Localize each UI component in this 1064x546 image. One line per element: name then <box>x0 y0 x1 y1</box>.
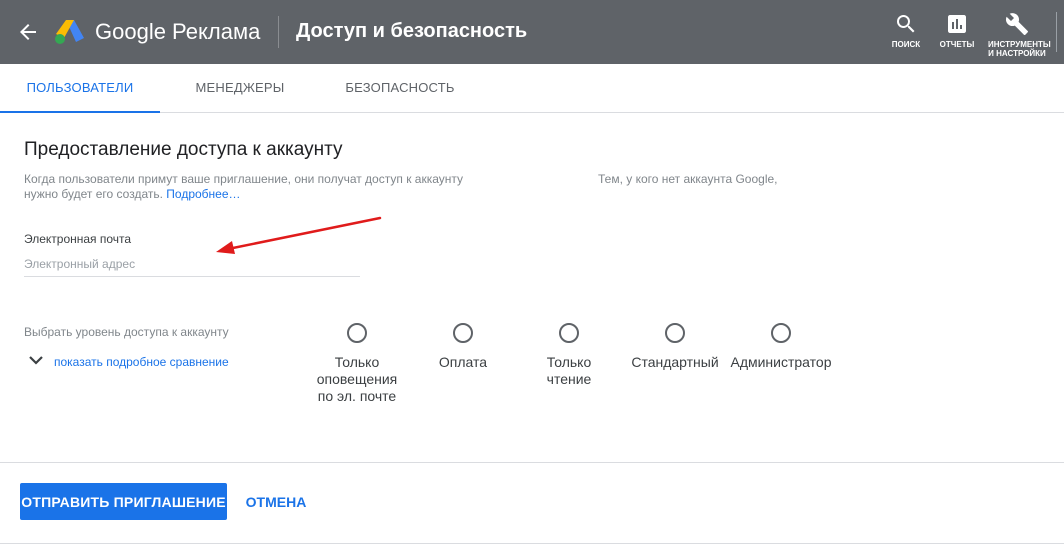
access-option-read-only[interactable]: Только чтение <box>534 323 604 388</box>
chevron-down-icon[interactable] <box>26 353 46 369</box>
access-option-email-only[interactable]: Только оповещения по эл. почте <box>308 323 406 405</box>
learn-more-link[interactable]: Подробнее… <box>166 187 240 201</box>
option-label-admin: Администратор <box>730 354 832 370</box>
tools-settings-label: ИНСТРУМЕНТЫ И НАСТРОЙКИ <box>988 40 1051 58</box>
option-label-standard: Стандартный <box>631 354 719 370</box>
radio-standard[interactable] <box>665 323 685 343</box>
search-tool-button[interactable]: ПОИСК <box>886 12 926 49</box>
radio-billing[interactable] <box>453 323 473 343</box>
search-icon <box>897 15 915 33</box>
tab-managers[interactable]: МЕНЕДЖЕРЫ <box>168 64 312 112</box>
description-line-1: Когда пользователи примут ваше приглашен… <box>24 172 464 186</box>
description-text: нужно будет его создать. <box>24 187 163 201</box>
header-divider <box>278 16 279 48</box>
access-level-label: Выбрать уровень доступа к аккаунту <box>24 325 229 339</box>
email-field-label: Электронная почта <box>24 232 132 246</box>
radio-admin[interactable] <box>771 323 791 343</box>
reports-icon <box>948 15 966 33</box>
bottom-divider <box>0 543 1064 544</box>
back-arrow-icon[interactable] <box>16 20 40 44</box>
radio-read-only[interactable] <box>559 323 579 343</box>
top-bar: Google Реклама Доступ и безопасность ПОИ… <box>0 0 1064 64</box>
search-tool-label: ПОИСК <box>891 40 921 49</box>
wrench-icon <box>1005 13 1028 35</box>
option-label-billing: Оплата <box>438 354 488 370</box>
access-option-billing[interactable]: Оплата <box>423 323 503 371</box>
section-title: Предоставление доступа к аккаунту <box>24 139 343 160</box>
cancel-button[interactable]: ОТМЕНА <box>238 483 314 520</box>
show-comparison-link[interactable]: показать подробное сравнение <box>54 355 229 369</box>
access-option-standard[interactable]: Стандартный <box>625 323 725 371</box>
annotation-arrow <box>216 216 382 254</box>
reports-tool-button[interactable]: ОТЧЕТЫ <box>936 12 978 49</box>
send-invitation-button[interactable]: ОТПРАВИТЬ ПРИГЛАШЕНИЕ <box>20 483 227 520</box>
description-line-2: нужно будет его создать. Подробнее… <box>24 187 241 201</box>
description-right-text: Тем, у кого нет аккаунта Google, <box>598 172 778 186</box>
page-title: Доступ и безопасность <box>296 20 528 42</box>
option-label-email-only: Только оповещения по эл. почте <box>316 354 398 404</box>
actions-divider <box>0 462 1064 463</box>
tab-users[interactable]: ПОЛЬЗОВАТЕЛИ <box>0 64 160 113</box>
brand-name: Google Реклама <box>95 19 261 44</box>
option-label-read-only: Только чтение <box>546 354 592 387</box>
access-option-admin[interactable]: Администратор <box>726 323 836 371</box>
tools-settings-button[interactable]: ИНСТРУМЕНТЫ И НАСТРОЙКИ <box>988 12 1051 58</box>
header-right-divider <box>1056 12 1057 52</box>
tab-bar: ПОЛЬЗОВАТЕЛИ МЕНЕДЖЕРЫ БЕЗОПАСНОСТЬ <box>0 64 1064 113</box>
tab-security[interactable]: БЕЗОПАСНОСТЬ <box>330 64 470 112</box>
google-ads-logo-icon <box>55 20 84 44</box>
reports-tool-label: ОТЧЕТЫ <box>939 40 975 49</box>
radio-email-only[interactable] <box>347 323 367 343</box>
